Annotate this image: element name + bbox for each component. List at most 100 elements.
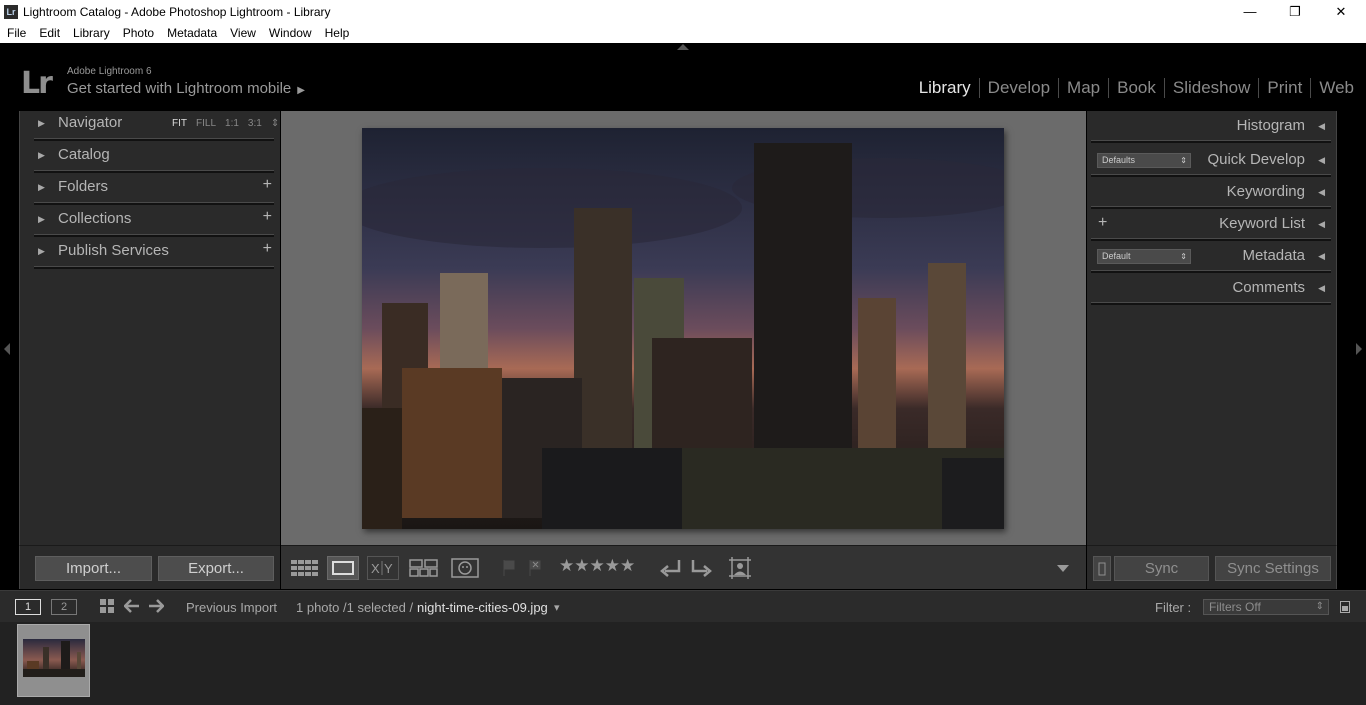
sync-button[interactable]: Sync (1114, 556, 1209, 581)
compare-view-icon[interactable]: XY (367, 556, 399, 580)
catalog-panel-header[interactable]: ▶ Catalog (34, 143, 274, 173)
menu-view[interactable]: View (223, 26, 262, 40)
histogram-panel-header[interactable]: Histogram ◀ (1091, 111, 1331, 143)
comments-label: Comments (1232, 279, 1305, 296)
menu-file[interactable]: File (0, 26, 32, 40)
quick-develop-preset-select[interactable]: Defaults ⇕ (1097, 153, 1191, 168)
keyword-list-panel-header[interactable]: + Keyword List ◀ (1091, 209, 1331, 241)
module-library[interactable]: Library (911, 78, 979, 98)
module-develop[interactable]: Develop (980, 78, 1058, 98)
catalog-label: Catalog (58, 146, 110, 163)
menu-edit[interactable]: Edit (32, 26, 66, 40)
survey-view-icon[interactable] (408, 556, 440, 580)
svg-text:Y: Y (384, 561, 393, 576)
toolbar-content-menu-icon[interactable] (1055, 556, 1071, 580)
panel-divider (34, 266, 274, 269)
comments-panel-header[interactable]: Comments ◀ (1091, 273, 1331, 305)
keywording-panel-header[interactable]: Keywording ◀ (1091, 177, 1331, 209)
panel-divider (34, 202, 274, 205)
loupe-view (281, 111, 1086, 545)
secondary-window-button[interactable]: 2 (51, 599, 77, 615)
module-slideshow[interactable]: Slideshow (1165, 78, 1259, 98)
close-button[interactable]: ✕ (1318, 0, 1364, 23)
zoom-3-1[interactable]: 3:1 (248, 118, 262, 129)
filmstrip-source[interactable]: Previous Import (186, 600, 277, 615)
selected-filename[interactable]: night-time-cities-09.jpg (417, 600, 548, 615)
menu-library[interactable]: Library (66, 26, 116, 40)
filter-select[interactable]: Filters Off ⇕ (1203, 599, 1329, 615)
add-publish-service-icon[interactable]: + (263, 240, 272, 258)
add-collection-icon[interactable]: + (263, 208, 272, 226)
lightroom-mobile-link[interactable]: Get started with Lightroom mobile ▶ (67, 80, 305, 97)
filename-menu-icon[interactable]: ▾ (554, 601, 560, 614)
metadata-preset-select[interactable]: Default ⇕ (1097, 249, 1191, 264)
metadata-panel-header[interactable]: Default ⇕ Metadata ◀ (1091, 241, 1331, 273)
collections-panel-header[interactable]: ▶ Collections + (34, 207, 274, 237)
module-book[interactable]: Book (1109, 78, 1164, 98)
product-name: Adobe Lightroom 6 (67, 66, 152, 77)
folders-panel-header[interactable]: ▶ Folders + (34, 175, 274, 205)
quick-develop-panel-header[interactable]: Defaults ⇕ Quick Develop ◀ (1091, 145, 1331, 177)
updown-icon: ⇕ (1180, 156, 1187, 165)
zoom-1-1[interactable]: 1:1 (225, 118, 239, 129)
main-window-button[interactable]: 1 (15, 599, 41, 615)
import-button[interactable]: Import... (35, 556, 152, 581)
rotate-left-icon[interactable] (659, 556, 683, 580)
publish-services-label: Publish Services (58, 242, 169, 259)
export-button[interactable]: Export... (158, 556, 274, 581)
expand-triangle-icon: ▶ (38, 150, 45, 160)
top-panel-toggle-icon[interactable] (677, 44, 689, 50)
panel-divider (34, 170, 274, 173)
photo-preview[interactable] (362, 128, 1004, 529)
module-print[interactable]: Print (1259, 78, 1310, 98)
zoom-fill[interactable]: FILL (196, 118, 216, 129)
menu-photo[interactable]: Photo (116, 26, 160, 40)
filmstrip (0, 622, 1366, 705)
menu-metadata[interactable]: Metadata (160, 26, 223, 40)
menu-help[interactable]: Help (318, 26, 356, 40)
filter-lock-fill (1342, 606, 1348, 611)
module-web[interactable]: Web (1311, 78, 1362, 98)
forward-arrow-icon[interactable] (148, 598, 164, 614)
collapse-triangle-icon: ◀ (1318, 283, 1325, 293)
photo-count: 1 photo /1 selected / (296, 600, 414, 615)
filmstrip-thumbnail[interactable] (17, 624, 90, 697)
zoom-more-icon[interactable]: ⇕ (271, 118, 279, 129)
filmstrip-header: 1 2 Previous Import 1 photo /1 selected … (0, 590, 1366, 622)
left-panel-toggle-icon[interactable] (4, 343, 10, 355)
metadata-preset-value: Default (1102, 251, 1131, 261)
grid-view-icon[interactable] (289, 556, 321, 580)
expand-triangle-icon: ▶ (38, 246, 45, 256)
filter-label: Filter : (1155, 600, 1192, 615)
publish-services-panel-header[interactable]: ▶ Publish Services + (34, 239, 274, 269)
keywording-label: Keywording (1226, 183, 1305, 200)
flag-reject-icon[interactable] (527, 556, 543, 580)
histogram-label: Histogram (1236, 117, 1305, 134)
module-map[interactable]: Map (1059, 78, 1108, 98)
add-keyword-icon[interactable]: + (1098, 214, 1107, 232)
lightroom-logo: Lr (21, 66, 53, 101)
menu-window[interactable]: Window (262, 26, 318, 40)
minimize-button[interactable]: — (1227, 0, 1273, 23)
collections-label: Collections (58, 210, 132, 227)
star-rating[interactable]: ★★★★★ (559, 556, 635, 576)
back-arrow-icon[interactable] (124, 598, 140, 614)
identity-plate (0, 43, 1366, 109)
sync-settings-button[interactable]: Sync Settings (1215, 556, 1331, 581)
collapse-triangle-icon: ◀ (1318, 155, 1325, 165)
quick-develop-preset-value: Defaults (1102, 155, 1136, 165)
loupe-view-icon[interactable] (327, 556, 359, 580)
people-view-icon[interactable] (449, 556, 481, 580)
navigator-panel-header[interactable]: ▶ Navigator FIT FILL 1:1 3:1 ⇕ (34, 111, 279, 141)
right-panel-toggle-icon[interactable] (1356, 343, 1362, 355)
restore-button[interactable]: ❐ (1272, 0, 1318, 23)
zoom-fit[interactable]: FIT (172, 118, 187, 129)
flag-pick-icon[interactable] (501, 556, 517, 580)
add-folder-icon[interactable]: + (263, 176, 272, 194)
rotate-right-icon[interactable] (689, 556, 713, 580)
auto-sync-switch[interactable] (1093, 556, 1111, 581)
filter-lock-icon[interactable] (1340, 601, 1350, 613)
crop-overlay-icon[interactable] (727, 556, 753, 580)
thumbnail-image (23, 639, 85, 677)
grid-icon[interactable] (99, 598, 115, 614)
